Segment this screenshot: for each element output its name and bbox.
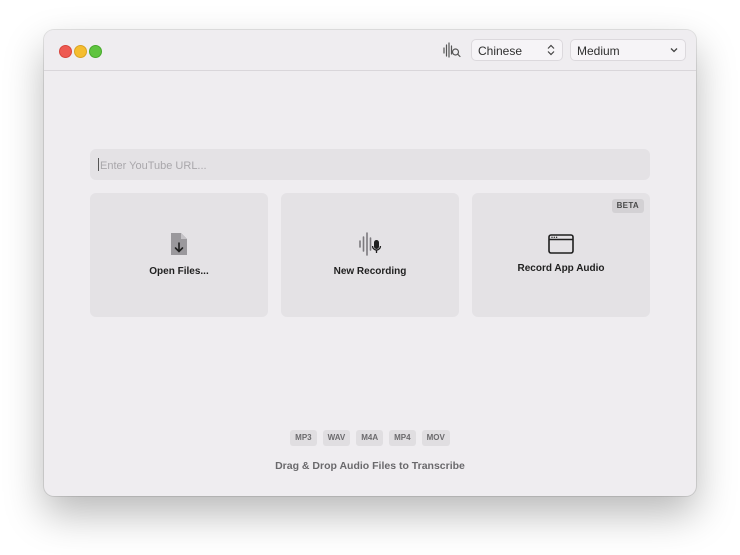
format-badge-m4a: M4A [356,430,384,446]
up-down-chevron-icon [547,44,555,56]
model-select-value: Medium [577,44,620,58]
format-badge-mp4: MP4 [389,430,416,446]
youtube-url-input[interactable] [98,149,642,182]
language-select-value: Chinese [478,44,523,58]
app-window-icon [548,234,574,254]
file-download-icon [171,233,187,255]
waveform-search-icon[interactable] [442,40,462,60]
titlebar: Chinese Medium [44,30,696,71]
beta-badge: BETA [611,199,644,213]
new-recording-button[interactable]: New Recording [281,193,459,317]
chevron-down-icon [670,48,678,53]
close-window-button[interactable] [59,45,72,58]
waveform-mic-icon [359,232,382,256]
open-files-button[interactable]: Open Files... [90,193,268,317]
minimize-window-button[interactable] [74,45,87,58]
format-badge-mov: MOV [421,430,450,446]
format-badge-wav: WAV [322,430,351,446]
model-select[interactable]: Medium [570,39,686,61]
open-files-label: Open Files... [149,266,209,277]
language-select[interactable]: Chinese [471,39,563,61]
youtube-url-field[interactable] [90,149,650,182]
record-app-audio-button[interactable]: BETA Record App Audio [472,193,650,317]
supported-formats: MP3 WAV M4A MP4 MOV [44,430,696,446]
new-recording-label: New Recording [333,266,407,277]
format-badge-mp3: MP3 [290,430,317,446]
app-window: Chinese Medium Open Files... [44,30,696,496]
drag-drop-hint: Drag & Drop Audio Files to Transcribe [275,460,465,472]
record-app-audio-label: Record App Audio [517,263,605,274]
zoom-window-button[interactable] [89,45,102,58]
text-caret [98,158,99,171]
